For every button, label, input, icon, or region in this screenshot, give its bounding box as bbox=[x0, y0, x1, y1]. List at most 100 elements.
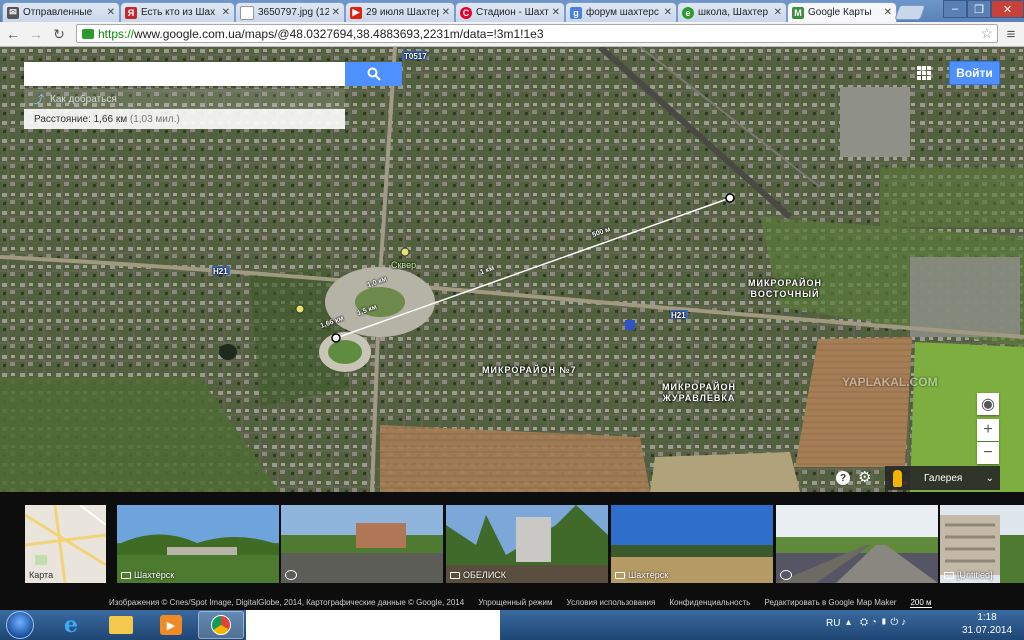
apps-icon[interactable] bbox=[917, 66, 931, 80]
tray-time[interactable]: 1:18 bbox=[967, 612, 1007, 623]
search-icon bbox=[367, 67, 381, 81]
zoom-in-button[interactable]: + bbox=[977, 419, 999, 441]
tab-school[interactable]: e школа, Шахтер ✕ bbox=[677, 2, 787, 22]
directions-label: Как добраться bbox=[50, 93, 117, 105]
media-player-icon[interactable]: ▶ bbox=[148, 611, 194, 639]
camera-icon bbox=[121, 571, 131, 579]
close-icon[interactable]: ✕ bbox=[884, 7, 892, 18]
url-scheme: https:// bbox=[98, 26, 135, 41]
streetview-icon bbox=[285, 570, 297, 580]
thumb-caption: [Untitled] bbox=[944, 570, 993, 580]
road-label: T0517 bbox=[404, 52, 427, 61]
tab-image[interactable]: 3650797.jpg (12 ✕ bbox=[235, 2, 345, 22]
terms-link[interactable]: Условия использования bbox=[567, 598, 656, 607]
tab-sent-mail[interactable]: ✉ Отправленные ✕ bbox=[2, 2, 120, 22]
star-icon[interactable]: ☆ bbox=[980, 25, 993, 42]
gallery-toggle[interactable]: Галерея ⌄ bbox=[885, 466, 1000, 490]
map-maker-link[interactable]: Редактировать в Google Map Maker bbox=[764, 598, 896, 607]
tray-app-icons[interactable]: ⛭ ◔ ▮ ⏻ ♪ bbox=[860, 617, 906, 628]
tab-title: Стадион - Шахт bbox=[476, 7, 549, 18]
close-icon[interactable]: ✕ bbox=[107, 7, 115, 18]
filmstrip-photo-thumb[interactable]: Шахтёрск bbox=[117, 505, 279, 583]
address-bar[interactable]: https:// www.google.com.ua/maps/@48.0327… bbox=[76, 24, 998, 43]
tab-title: 29 июля Шахтер bbox=[366, 7, 439, 18]
zoom-out-button[interactable]: − bbox=[977, 442, 999, 464]
lite-mode-link[interactable]: Упрощенный режим bbox=[478, 598, 552, 607]
search-input[interactable] bbox=[24, 62, 345, 86]
tab-title: Отправленные bbox=[23, 7, 93, 18]
directions-icon: ⤴ bbox=[33, 94, 44, 106]
my-location-icon[interactable]: ◉ bbox=[977, 393, 999, 415]
url-text: www.google.com.ua/maps/@48.0327694,38.48… bbox=[134, 26, 544, 41]
camera-icon bbox=[615, 571, 625, 579]
lock-icon bbox=[82, 28, 94, 39]
forward-icon[interactable]: → bbox=[27, 25, 45, 43]
chrome-icon[interactable] bbox=[198, 611, 244, 639]
road-label: H21 bbox=[213, 267, 228, 276]
distance-mi: (1,03 мил.) bbox=[129, 113, 180, 125]
directions-link[interactable]: ⤴ Как добраться bbox=[24, 88, 345, 110]
new-tab-button[interactable] bbox=[894, 5, 926, 20]
tab-yaplakal[interactable]: Я Есть кто из Шах ✕ bbox=[120, 2, 235, 22]
reload-icon[interactable]: ↻ bbox=[50, 25, 68, 43]
watermark: YAPLAKAL.COM bbox=[842, 375, 938, 389]
back-icon[interactable]: ← bbox=[4, 25, 22, 43]
pegman-icon[interactable] bbox=[893, 469, 902, 487]
page-icon bbox=[240, 5, 254, 20]
ie-icon[interactable]: e bbox=[48, 611, 94, 639]
distance-label: Расстояние: bbox=[34, 113, 91, 125]
map-label-zhuravlevka: МИКРОРАЙОН ЖУРАВЛЕВКА bbox=[662, 382, 737, 403]
filmstrip-photo-thumb[interactable]: ОБЕЛИСК bbox=[446, 505, 608, 583]
map-label-skver: Сквер bbox=[391, 260, 417, 270]
login-button[interactable]: Войти bbox=[949, 61, 1000, 85]
filmstrip-streetview-thumb[interactable] bbox=[776, 505, 938, 583]
photo-image bbox=[281, 505, 443, 583]
language-indicator[interactable]: RU bbox=[826, 618, 840, 629]
start-button[interactable] bbox=[6, 611, 34, 639]
tab-youtube[interactable]: ▶ 29 июля Шахтер ✕ bbox=[345, 2, 455, 22]
search-button[interactable] bbox=[345, 62, 402, 86]
google-icon: g bbox=[570, 6, 582, 19]
menu-icon[interactable]: ≡ bbox=[1002, 25, 1020, 43]
tab-forum[interactable]: g форум шахтерс ✕ bbox=[565, 2, 677, 22]
tab-title: Есть кто из Шах bbox=[141, 7, 216, 18]
minimize-button[interactable]: – bbox=[943, 0, 967, 18]
filmstrip-streetview-thumb[interactable] bbox=[281, 505, 443, 583]
filmstrip-photo-thumb[interactable]: Шахтёрск bbox=[611, 505, 773, 583]
distance-km: 1,66 км bbox=[93, 113, 128, 125]
tray-chevron-icon[interactable]: ▴ bbox=[846, 617, 851, 628]
close-icon[interactable]: ✕ bbox=[222, 7, 230, 18]
privacy-link[interactable]: Конфиденциальность bbox=[669, 598, 750, 607]
thumb-caption: Шахтёрск bbox=[121, 570, 174, 580]
chevron-down-icon: ⌄ bbox=[985, 472, 994, 484]
imagery-attribution: Изображения © Cnes/Spot Image, DigitalGl… bbox=[109, 598, 465, 607]
scale-bar[interactable]: 200 м bbox=[910, 598, 932, 608]
thumb-caption: ОБЕЛИСК bbox=[450, 570, 506, 580]
maximize-button[interactable]: ❐ bbox=[967, 0, 991, 18]
distance-panel: Расстояние: 1,66 км (1,03 мил.) bbox=[24, 109, 345, 129]
map-label-mr7: МИКРОРАЙОН №7 bbox=[482, 365, 577, 375]
tab-stadium[interactable]: C Стадион - Шахт ✕ bbox=[455, 2, 565, 22]
maps-icon: M bbox=[792, 6, 804, 19]
close-icon[interactable]: ✕ bbox=[442, 7, 450, 18]
map-label-east: МИКРОРАЙОН ВОСТОЧНЫЙ bbox=[748, 278, 823, 299]
site-icon: e bbox=[682, 6, 694, 19]
close-icon[interactable]: ✕ bbox=[552, 7, 560, 18]
close-icon[interactable]: ✕ bbox=[774, 7, 782, 18]
explorer-icon[interactable] bbox=[98, 611, 144, 639]
thumb-caption bbox=[285, 570, 297, 580]
close-icon[interactable]: ✕ bbox=[332, 7, 340, 18]
close-icon[interactable]: ✕ bbox=[664, 7, 672, 18]
photo-image bbox=[776, 505, 938, 583]
help-icon[interactable]: ? bbox=[836, 471, 850, 485]
tab-google-maps[interactable]: M Google Карты ✕ bbox=[787, 2, 897, 22]
filmstrip-map-thumb[interactable]: Карта bbox=[25, 505, 106, 583]
filmstrip-photo-thumb[interactable]: [Untitled] bbox=[940, 505, 1024, 583]
youtube-icon: ▶ bbox=[350, 6, 362, 19]
close-window-button[interactable]: ✕ bbox=[991, 0, 1024, 18]
gear-icon[interactable]: ⚙ bbox=[858, 468, 871, 486]
tray-date[interactable]: 31.07.2014 bbox=[958, 625, 1016, 636]
taskbar-blank-area bbox=[246, 610, 500, 640]
camera-icon bbox=[944, 571, 954, 579]
search-box[interactable] bbox=[24, 62, 345, 86]
